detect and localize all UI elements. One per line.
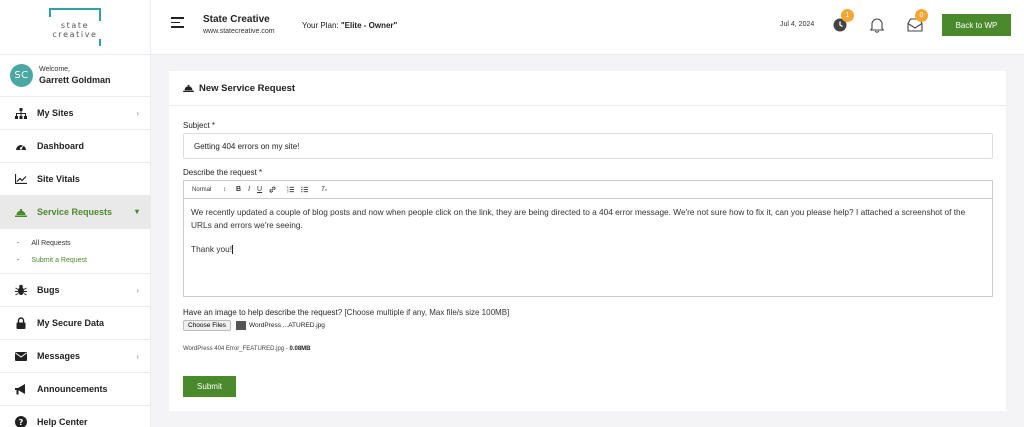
hamburger-menu-icon[interactable] [171,17,184,28]
ordered-list-icon[interactable]: 123 [287,186,295,193]
subitem-label: All Requests [31,240,71,247]
sidebar-item-label: Help Center [37,417,88,427]
notification-bell-icon[interactable] [869,17,886,35]
underline-icon[interactable]: U [257,186,262,193]
chosen-file-name: WordPress ...ATURED.jpg [248,322,325,329]
text-cursor [232,245,234,255]
bold-icon[interactable]: B [236,186,241,193]
editor-paragraph: We recently updated a couple of blog pos… [191,207,966,230]
choose-files-button[interactable]: Choose Files [183,320,231,331]
image-label-hint: [Choose multiple if any, Max file/s size… [342,308,510,317]
lock-icon [14,316,28,330]
format-select-value: Normal [192,186,212,193]
logo-area: state creative [0,0,150,55]
attached-file-name: WordPress 404 Error_FEATURED.jpg - [183,346,290,352]
inbox-icon[interactable]: 0 [907,9,928,36]
image-upload-label: Have an image to help describe the reque… [183,308,509,317]
sidebar-item-help-center[interactable]: ? Help Center [0,406,150,427]
avatar[interactable]: SC [10,64,33,87]
back-to-wp-button[interactable]: Back to WP [942,14,1011,36]
sidebar-item-label: Announcements [37,384,108,394]
file-input[interactable]: Choose Files WordPress ...ATURED.jpg [183,320,325,331]
svg-text:3: 3 [287,190,289,193]
logo-line-1: state [60,21,90,30]
service-requests-subnav: - All Requests - Submit a Request [0,229,150,274]
clock-icon[interactable]: 1 [833,9,854,36]
sidebar-item-label: Messages [37,351,81,361]
updown-icon: ↕ [223,186,227,193]
sidebar-item-label: Service Requests [37,207,113,217]
link-icon[interactable] [269,186,276,193]
svg-text:?: ? [19,418,24,427]
sidebar-item-dashboard[interactable]: Dashboard [0,130,150,163]
user-welcome: SC Welcome, Garrett Goldman [0,55,150,97]
page-title: New Service Request [199,82,296,94]
sidebar-item-messages[interactable]: Messages › [0,340,150,373]
editor-text: Thank you! [191,244,233,254]
sidebar: state creative SC Welcome, Garrett Goldma… [0,0,151,427]
sitemap-icon [14,106,28,120]
company-name: State Creative [203,14,270,25]
sidebar-item-my-secure-data[interactable]: My Secure Data [0,307,150,340]
subitem-label: Submit a Request [31,257,87,264]
format-select[interactable]: Normal ↕ [192,187,226,193]
attached-file-info: WordPress 404 Error_FEATURED.jpg - 0.08M… [183,346,311,352]
sidebar-item-label: Dashboard [37,141,85,151]
editor-toolbar: Normal ↕ B I U 123 Tx [184,181,992,199]
submit-button[interactable]: Submit [183,376,236,397]
company-url[interactable]: www.statecreative.com [203,28,275,35]
rich-text-editor[interactable]: Normal ↕ B I U 123 Tx We recently update… [183,180,993,297]
editor-content[interactable]: We recently updated a couple of blog pos… [184,199,992,275]
subject-label: Subject * [183,121,216,130]
italic-icon[interactable]: I [248,186,250,193]
sidebar-item-label: Site Vitals [37,174,80,184]
mail-badge: 0 [915,9,928,22]
clock-badge: 1 [841,9,854,22]
site-brand: State Creative www.statecreative.com [203,14,275,35]
sidebar-item-site-vitals[interactable]: Site Vitals [0,163,150,196]
bullet-list-icon[interactable] [301,186,309,193]
image-label-text: Have an image to help describe the reque… [183,308,343,317]
attached-file-size: 0.08MB [289,346,311,352]
current-date: Jul 4, 2024 [780,21,815,28]
question-circle-icon: ? [14,415,28,427]
sidebar-item-bugs[interactable]: Bugs › [0,274,150,307]
sidebar-item-label: My Secure Data [37,318,105,328]
logo-line-2: creative [52,30,98,39]
plan-info: Your Plan: "Elite - Owner" [302,21,397,30]
plan-prefix: Your Plan: [302,21,341,30]
sidebar-item-label: Bugs [37,285,60,295]
envelope-icon [14,349,28,363]
bell-service-icon [14,205,28,219]
sidebar-subitem-all-requests[interactable]: - All Requests [0,235,150,252]
megaphone-icon [14,382,28,396]
sidebar-item-announcements[interactable]: Announcements [0,373,150,406]
subject-input[interactable] [183,133,993,159]
bug-icon [14,283,28,297]
welcome-text: Welcome, [39,66,70,73]
clear-format-icon[interactable]: Tx [321,187,327,193]
top-header: State Creative www.statecreative.com You… [151,0,1024,55]
chevron-right-icon: › [136,352,139,361]
bell-service-icon [183,84,194,92]
user-name: Garrett Goldman [39,75,111,85]
card-header: New Service Request [169,71,1006,106]
plan-name: "Elite - Owner" [340,21,398,30]
editor-paragraph: Thank you! [191,243,985,256]
sidebar-item-my-sites[interactable]: My Sites › [0,97,150,130]
chevron-down-icon: ▾ [134,207,139,216]
chart-line-icon [14,172,28,186]
sidebar-subitem-submit-request[interactable]: - Submit a Request [0,252,150,269]
sidebar-item-label: My Sites [37,108,74,118]
new-service-request-card: New Service Request Subject * Describe t… [169,71,1006,411]
chevron-right-icon: › [136,109,139,118]
dashboard-icon [14,139,28,153]
chevron-right-icon: › [136,286,139,295]
image-thumbnail-icon [235,321,246,330]
sidebar-item-service-requests[interactable]: Service Requests ▾ [0,196,150,229]
describe-label: Describe the request * [183,168,263,177]
state-creative-logo[interactable]: state creative [49,8,101,47]
